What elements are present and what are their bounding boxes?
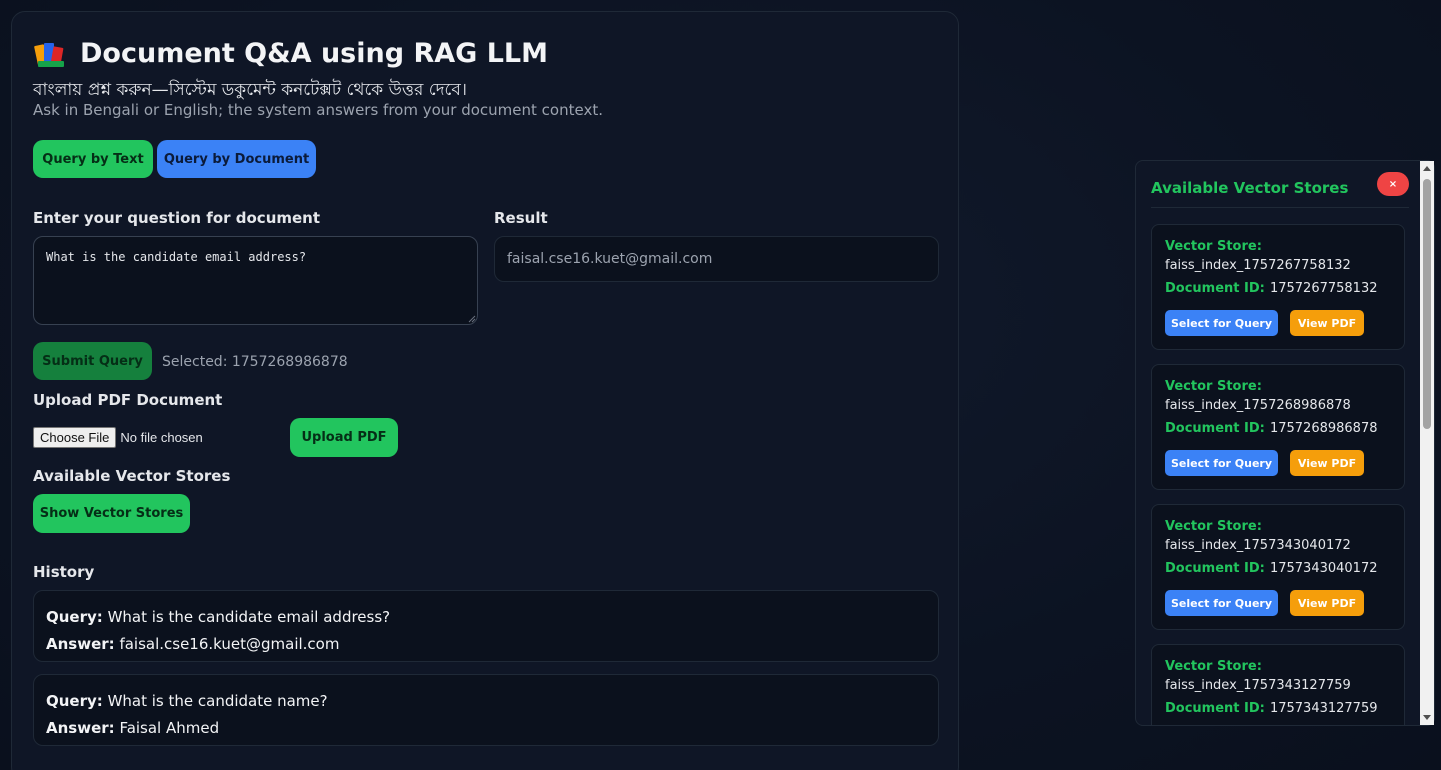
question-label: Enter your question for document xyxy=(33,209,321,227)
view-pdf-button[interactable]: View PDF xyxy=(1290,310,1364,336)
upload-label: Upload PDF Document xyxy=(33,391,223,409)
panel-scrollbar[interactable] xyxy=(1420,161,1434,725)
panel-divider xyxy=(1151,207,1409,208)
page-title: Document Q&A using RAG LLM xyxy=(80,38,548,69)
history-item: Query: What is the candidate email addre… xyxy=(33,590,939,662)
resize-grip-icon[interactable] xyxy=(468,315,476,323)
history-label: History xyxy=(33,563,95,581)
main-card: Document Q&A using RAG LLM বাংলায় প্রশ্… xyxy=(11,11,959,770)
choose-file-button[interactable]: Choose File xyxy=(33,427,117,448)
vector-stores-panel: Available Vector Stores × Vector Store: … xyxy=(1135,160,1435,726)
query-key: Query: xyxy=(46,692,103,710)
result-output: faisal.cse16.kuet@gmail.com xyxy=(494,236,939,282)
store-key: Vector Store: xyxy=(1165,659,1262,674)
file-input: Choose File No file chosen xyxy=(33,427,203,448)
scroll-up-icon[interactable] xyxy=(1420,161,1434,177)
query-by-text-button[interactable]: Query by Text xyxy=(33,140,153,178)
doc-id: 1757343040172 xyxy=(1269,561,1378,576)
history-query: What is the candidate name? xyxy=(107,692,328,710)
select-for-query-button[interactable]: Select for Query xyxy=(1165,590,1278,616)
history-answer: Faisal Ahmed xyxy=(119,719,220,737)
query-key: Query: xyxy=(46,608,103,626)
title-row: Document Q&A using RAG LLM xyxy=(34,38,548,69)
store-card: Vector Store: faiss_index_1757343040172 … xyxy=(1151,504,1405,630)
doc-id-key: Document ID: xyxy=(1165,561,1265,576)
store-card: Vector Store: faiss_index_1757343127759 … xyxy=(1151,644,1405,725)
close-panel-button[interactable]: × xyxy=(1377,172,1409,196)
scroll-down-icon[interactable] xyxy=(1420,709,1434,725)
doc-id: 1757267758132 xyxy=(1269,281,1378,296)
store-name: faiss_index_1757343127759 xyxy=(1165,678,1351,693)
doc-id: 1757268986878 xyxy=(1269,421,1378,436)
doc-id-key: Document ID: xyxy=(1165,701,1265,716)
store-key: Vector Store: xyxy=(1165,519,1262,534)
result-label: Result xyxy=(494,209,548,227)
history-query: What is the candidate email address? xyxy=(107,608,391,626)
view-pdf-button[interactable]: View PDF xyxy=(1290,450,1364,476)
view-pdf-button[interactable]: View PDF xyxy=(1290,590,1364,616)
scroll-thumb[interactable] xyxy=(1423,179,1431,429)
panel-title: Available Vector Stores xyxy=(1151,179,1349,197)
select-for-query-button[interactable]: Select for Query xyxy=(1165,450,1278,476)
upload-pdf-button[interactable]: Upload PDF xyxy=(290,418,398,457)
store-key: Vector Store: xyxy=(1165,239,1262,254)
store-key: Vector Store: xyxy=(1165,379,1262,394)
show-vector-stores-button[interactable]: Show Vector Stores xyxy=(33,494,190,533)
no-file-text: No file chosen xyxy=(120,430,203,445)
answer-key: Answer: xyxy=(46,719,115,737)
select-for-query-button[interactable]: Select for Query xyxy=(1165,310,1278,336)
history-item: Query: What is the candidate name? Answe… xyxy=(33,674,939,746)
query-by-document-button[interactable]: Query by Document xyxy=(157,140,316,178)
selected-store-text: Selected: 1757268986878 xyxy=(162,354,348,370)
store-name: faiss_index_1757268986878 xyxy=(1165,398,1351,413)
answer-key: Answer: xyxy=(46,635,115,653)
submit-query-button[interactable]: Submit Query xyxy=(33,342,152,380)
books-icon xyxy=(34,39,66,69)
store-name: faiss_index_1757267758132 xyxy=(1165,258,1351,273)
store-name: faiss_index_1757343040172 xyxy=(1165,538,1351,553)
vector-stores-label: Available Vector Stores xyxy=(33,467,231,485)
store-card: Vector Store: faiss_index_1757267758132 … xyxy=(1151,224,1405,350)
history-answer: faisal.cse16.kuet@gmail.com xyxy=(119,635,340,653)
question-input[interactable]: What is the candidate email address? xyxy=(33,236,478,325)
doc-id: 1757343127759 xyxy=(1269,701,1378,716)
store-card: Vector Store: faiss_index_1757268986878 … xyxy=(1151,364,1405,490)
doc-id-key: Document ID: xyxy=(1165,281,1265,296)
doc-id-key: Document ID: xyxy=(1165,421,1265,436)
subtitle-english: Ask in Bengali or English; the system an… xyxy=(33,101,603,119)
